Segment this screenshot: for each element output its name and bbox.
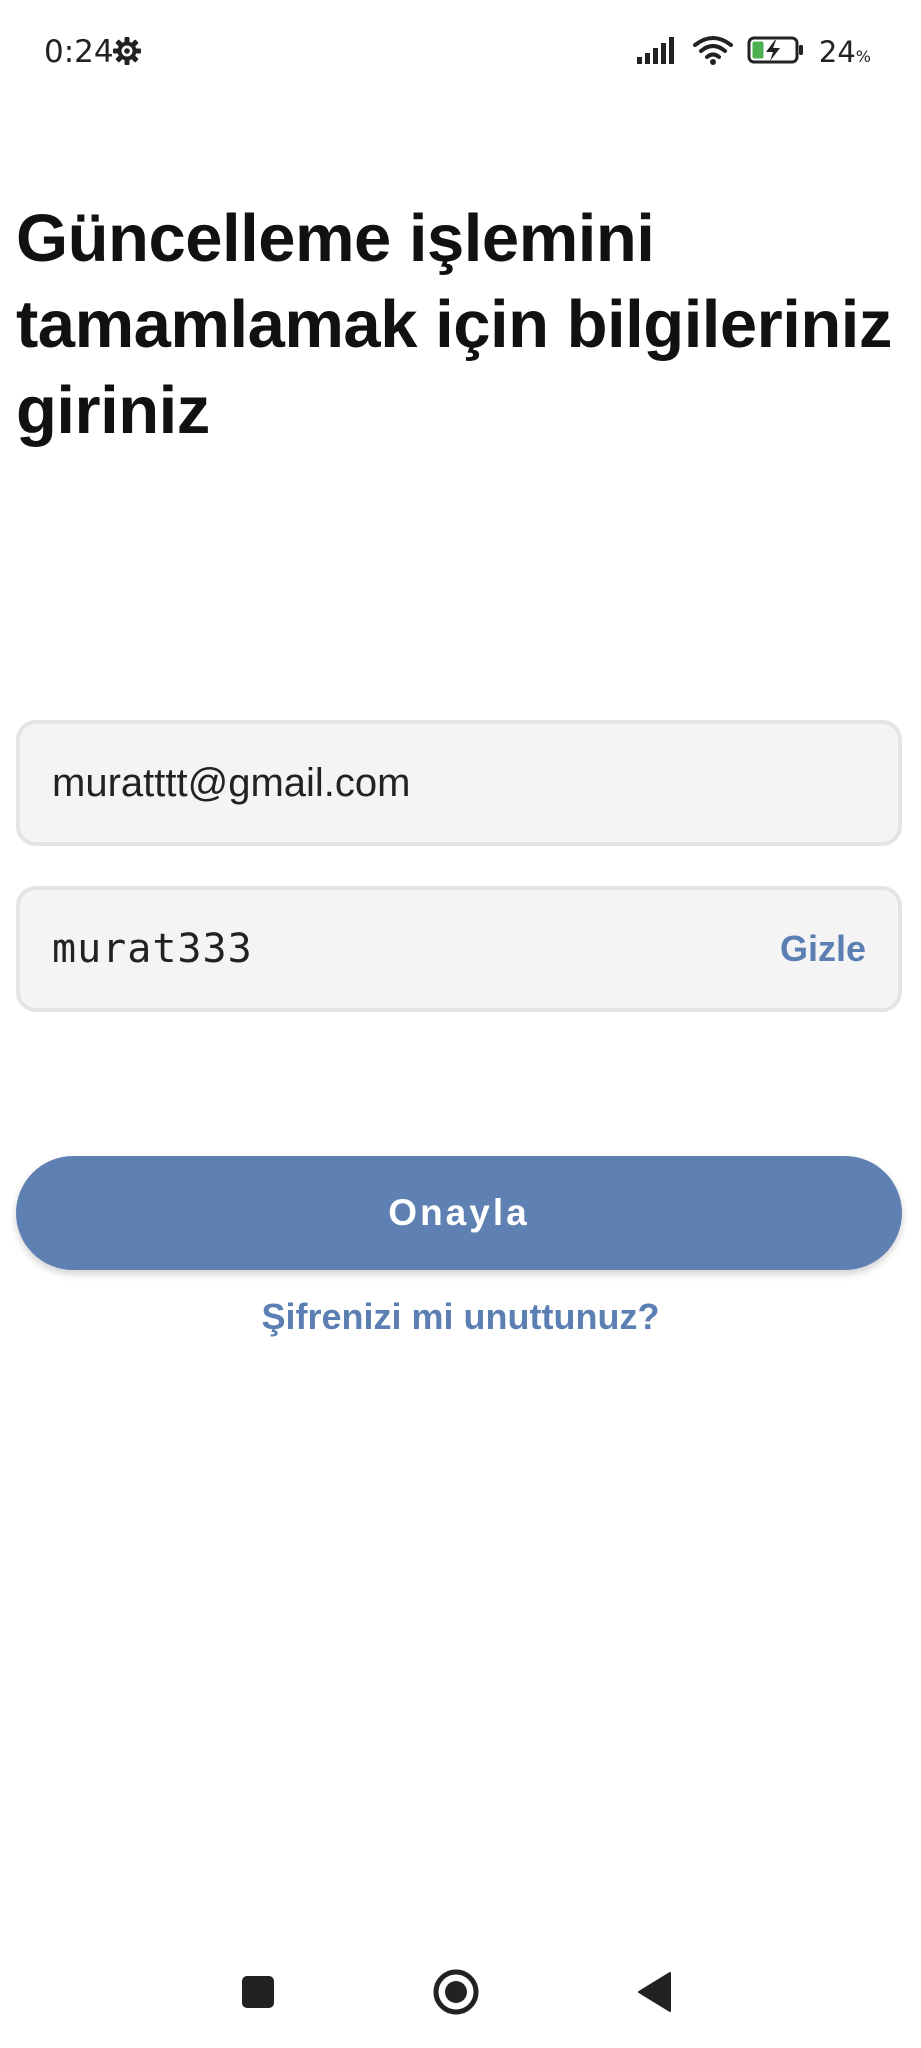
screen: 0:24 24% Güncelleme işlemini tamamlamak …	[0, 0, 921, 2048]
hide-password-button[interactable]: Gizle	[780, 928, 866, 970]
forgot-password-link[interactable]: Şifrenizi mi unuttunuz?	[0, 1296, 921, 1338]
email-field[interactable]	[52, 760, 866, 806]
confirm-button[interactable]: Onayla	[16, 1156, 902, 1270]
navigation-bar	[0, 1940, 921, 2040]
password-field-container: Gizle	[16, 886, 902, 1012]
wifi-icon	[692, 35, 733, 70]
status-icons: 24%	[636, 32, 871, 72]
signal-icon	[636, 36, 679, 69]
home-icon[interactable]	[428, 1964, 484, 2020]
recent-apps-icon[interactable]	[230, 1964, 286, 2020]
back-icon[interactable]	[626, 1964, 682, 2020]
status-bar: 0:24 24%	[0, 0, 921, 104]
page-title: Güncelleme işlemini tamamlamak için bilg…	[16, 201, 892, 448]
gear-icon	[112, 36, 142, 66]
battery-percent: 24%	[818, 35, 871, 69]
password-field[interactable]	[52, 926, 780, 972]
status-time: 0:24	[44, 34, 114, 70]
battery-charging-icon	[747, 35, 805, 70]
email-field-container	[16, 720, 902, 846]
